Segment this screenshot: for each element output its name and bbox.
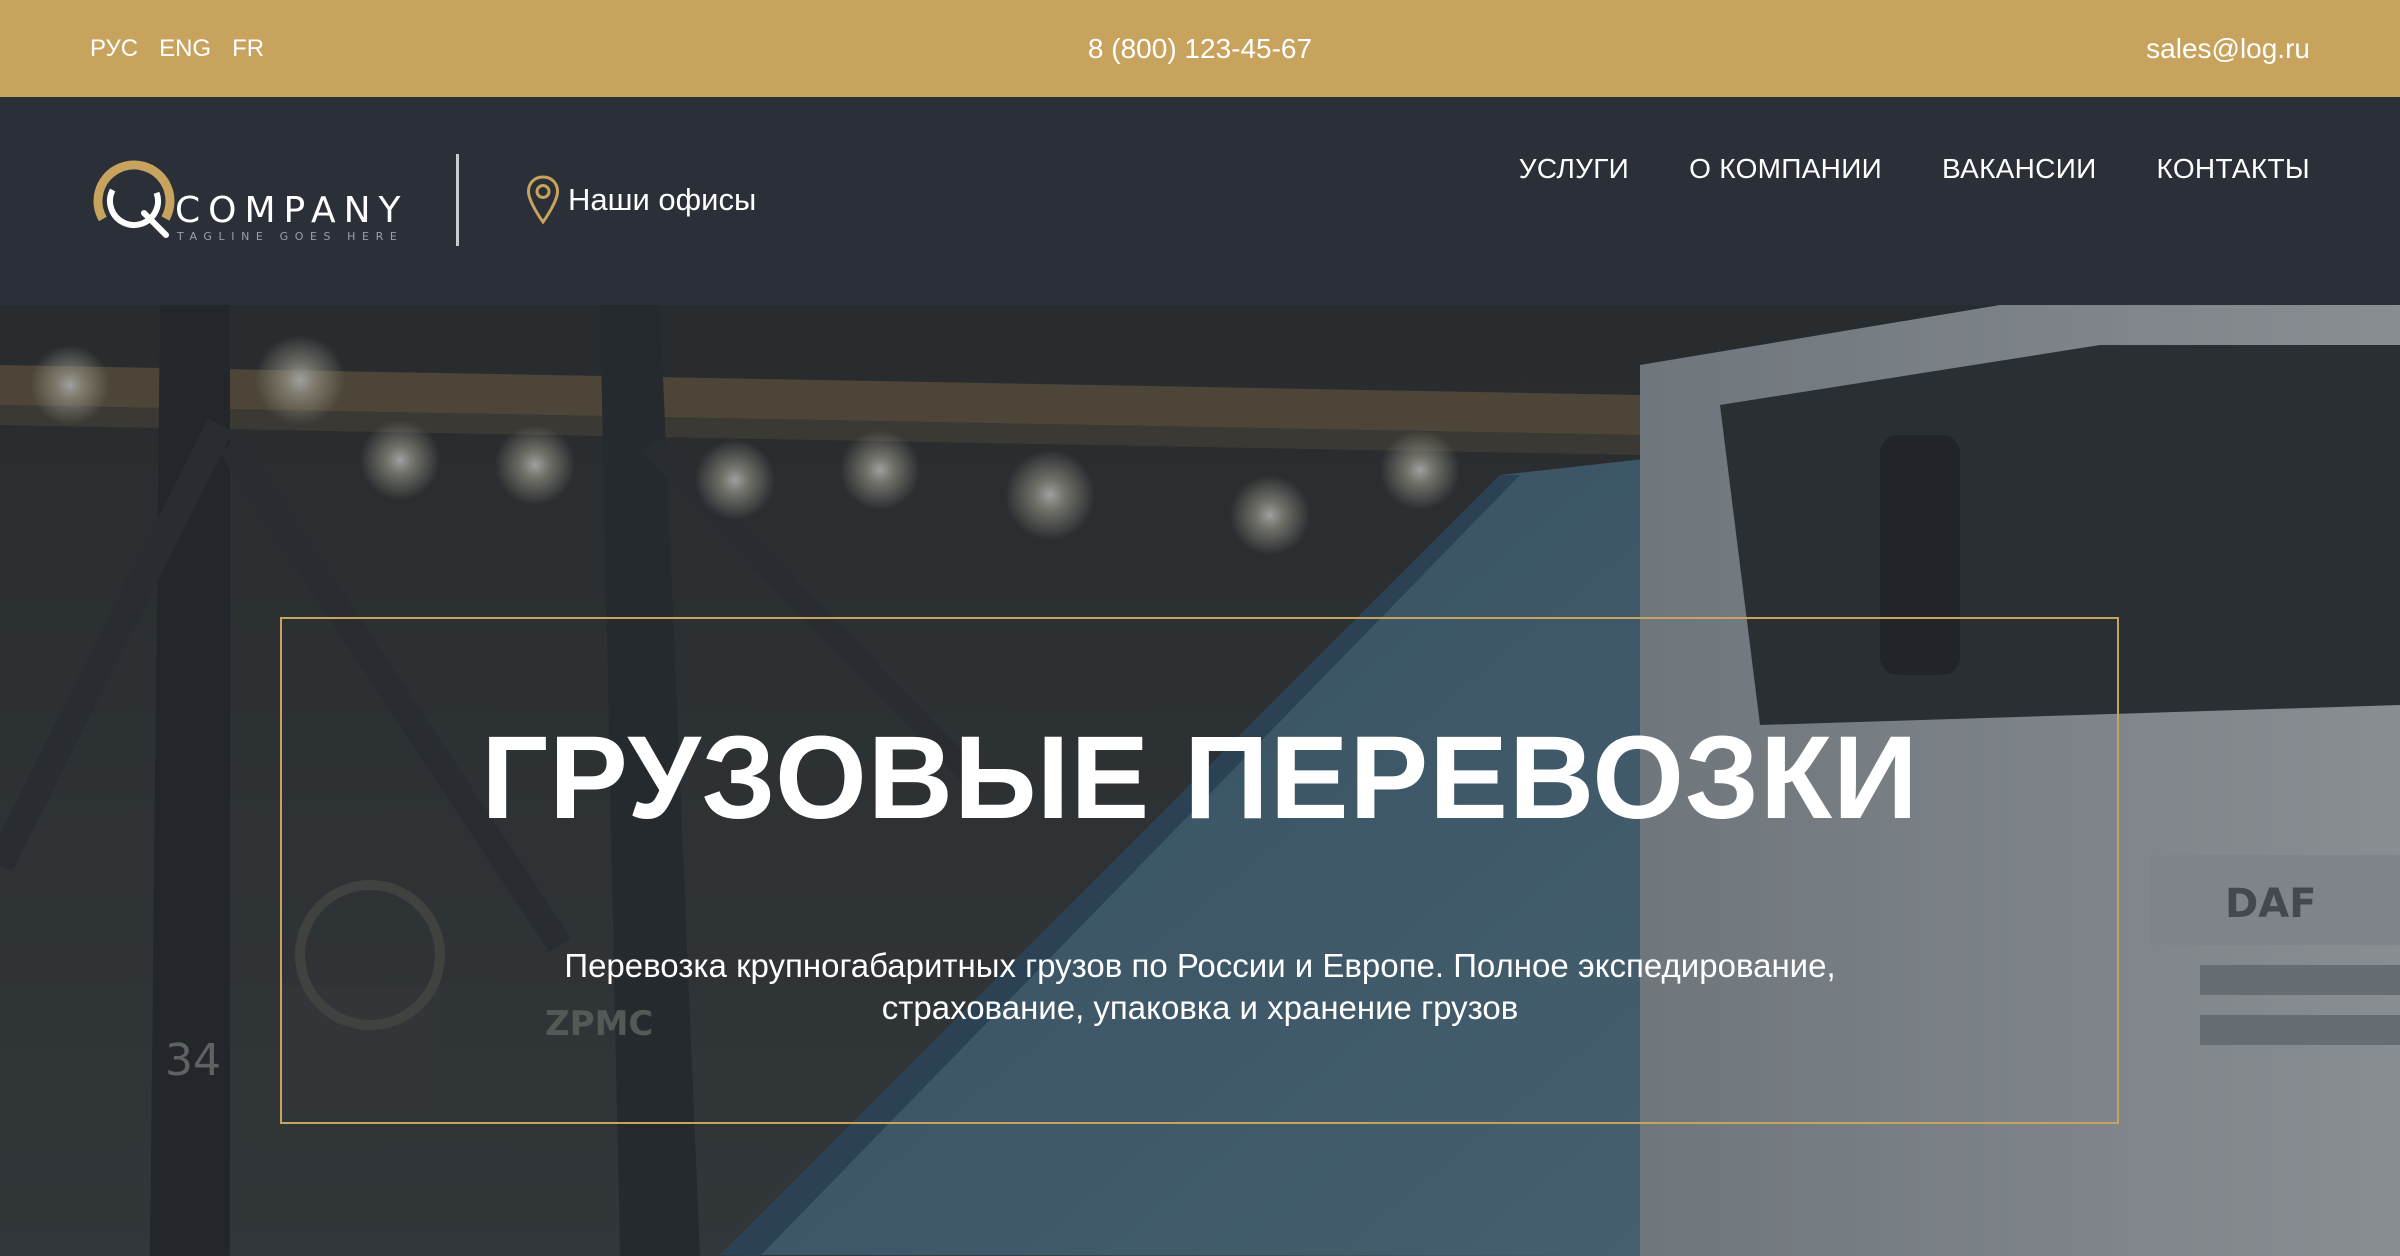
hero-title: ГРУЗОВЫЕ ПЕРЕВОЗКИ [481, 712, 1919, 844]
main-header: COMPANY TAGLINE GOES HERE Наши офисы УСЛ… [0, 97, 2400, 305]
main-nav: УСЛУГИ О КОМПАНИИ ВАКАНСИИ КОНТАКТЫ [1519, 153, 2310, 185]
hero-subtitle-line-1: Перевозка крупногабаритных грузов по Рос… [564, 947, 1836, 984]
language-switcher: РУС ENG FR [90, 0, 264, 97]
offices-label: Наши офисы [568, 182, 757, 217]
logo-tagline: TAGLINE GOES HERE [177, 230, 404, 243]
hero-frame [280, 617, 2119, 1124]
nav-vacancies[interactable]: ВАКАНСИИ [1942, 153, 2097, 185]
logo-ring-icon [93, 160, 175, 242]
offices-link[interactable]: Наши офисы [526, 174, 756, 226]
hero-subtitle-line-2: страхование, упаковка и хранение грузов [881, 989, 1519, 1026]
hero-section: DAF ZPMC 34 ГРУЗОВЫЕ ПЕРЕВОЗКИ Перевозка… [0, 305, 2400, 1256]
lang-ru[interactable]: РУС [90, 35, 138, 63]
phone-wrapper: 8 (800) 123-45-67 [0, 0, 2400, 97]
nav-services[interactable]: УСЛУГИ [1519, 153, 1629, 185]
email-link[interactable]: sales@log.ru [2146, 0, 2310, 97]
lang-fr[interactable]: FR [232, 35, 264, 63]
nav-contacts[interactable]: КОНТАКТЫ [2157, 153, 2310, 185]
logo-name: COMPANY [175, 190, 409, 231]
map-pin-icon [526, 175, 560, 225]
nav-about[interactable]: О КОМПАНИИ [1689, 153, 1882, 185]
header-divider [456, 154, 459, 246]
top-bar: РУС ENG FR 8 (800) 123-45-67 sales@log.r… [0, 0, 2400, 97]
phone-link[interactable]: 8 (800) 123-45-67 [1088, 33, 1312, 65]
lang-en[interactable]: ENG [159, 35, 211, 63]
hero-subtitle: Перевозка крупногабаритных грузов по Рос… [0, 945, 2400, 1029]
